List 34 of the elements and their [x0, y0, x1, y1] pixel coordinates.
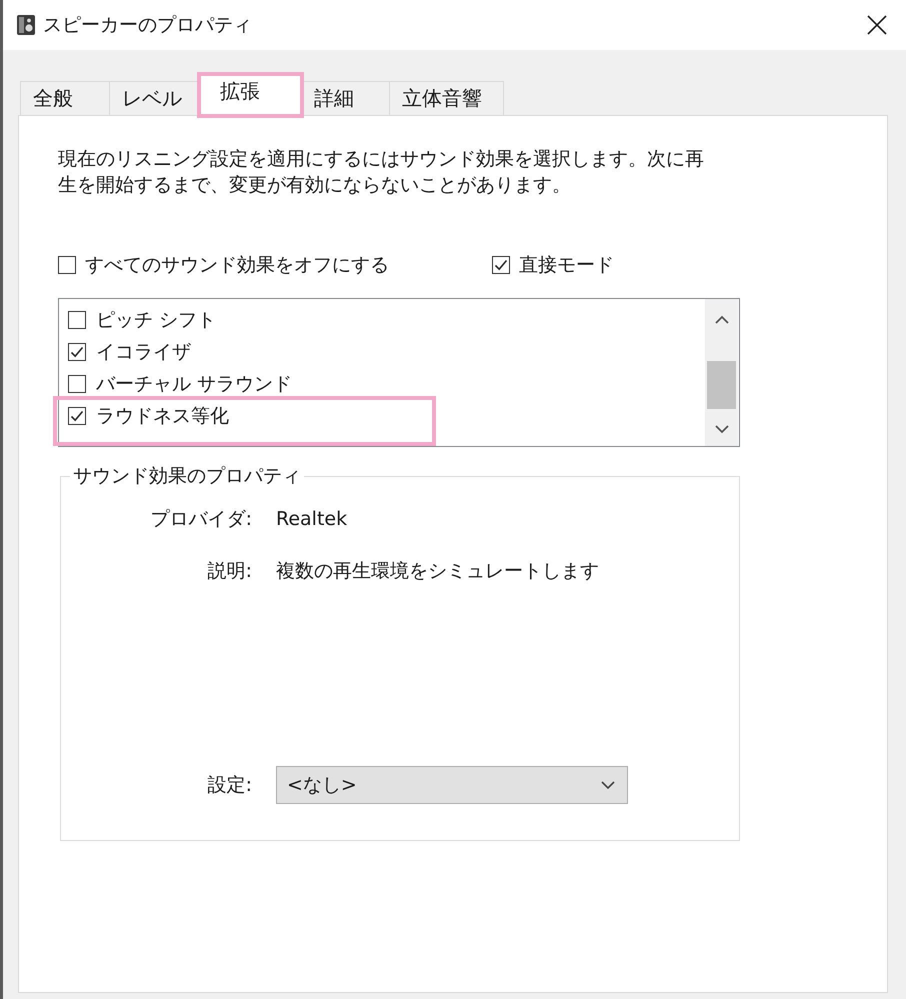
speaker-icon: [17, 15, 35, 35]
checkmark-icon: [69, 408, 85, 424]
close-icon: [867, 15, 887, 35]
tab[interactable]: 拡張: [199, 74, 302, 116]
settings-dropdown[interactable]: <なし>: [276, 766, 628, 804]
list-item-label[interactable]: バーチャル サラウンド: [96, 371, 292, 397]
checkbox[interactable]: [68, 407, 86, 425]
chevron-down-icon[interactable]: [714, 424, 728, 434]
field-value: 複数の再生環境をシミュレートします: [276, 559, 600, 584]
checkbox-label[interactable]: すべてのサウンド効果をオフにする: [85, 252, 389, 278]
group-title: サウンド効果のプロパティ: [72, 464, 302, 489]
checkbox[interactable]: [68, 343, 86, 361]
chevron-down-icon: [601, 780, 615, 790]
field-value: Realtek: [276, 508, 348, 530]
tab[interactable]: 全般: [20, 81, 110, 115]
window-title: スピーカーのプロパティ: [43, 13, 252, 38]
tab[interactable]: 立体音響: [389, 81, 504, 115]
checkbox[interactable]: [492, 256, 510, 274]
checkbox-label[interactable]: 直接モード: [519, 252, 614, 278]
field-label: 説明:: [206, 559, 252, 584]
checkmark-icon: [493, 257, 509, 273]
checkbox[interactable]: [68, 311, 86, 329]
scrollbar[interactable]: [705, 299, 738, 446]
checkbox[interactable]: [58, 256, 76, 274]
field-label: プロバイダ:: [150, 507, 252, 532]
checkbox[interactable]: [68, 375, 86, 393]
list-item-label[interactable]: ピッチ シフト: [96, 307, 216, 333]
checkmark-icon: [69, 344, 85, 360]
description-text: 現在のリスニング設定を適用にするにはサウンド効果を選択します。次に再生を開始するまで、変更が有効にならないことがあります。: [58, 147, 705, 198]
chevron-up-icon[interactable]: [714, 314, 728, 324]
field-label: 設定:: [206, 773, 252, 798]
list-item-label[interactable]: イコライザ: [96, 339, 191, 365]
scrollbar-thumb[interactable]: [707, 361, 736, 409]
list-item-label[interactable]: ラウドネス等化: [96, 403, 229, 429]
